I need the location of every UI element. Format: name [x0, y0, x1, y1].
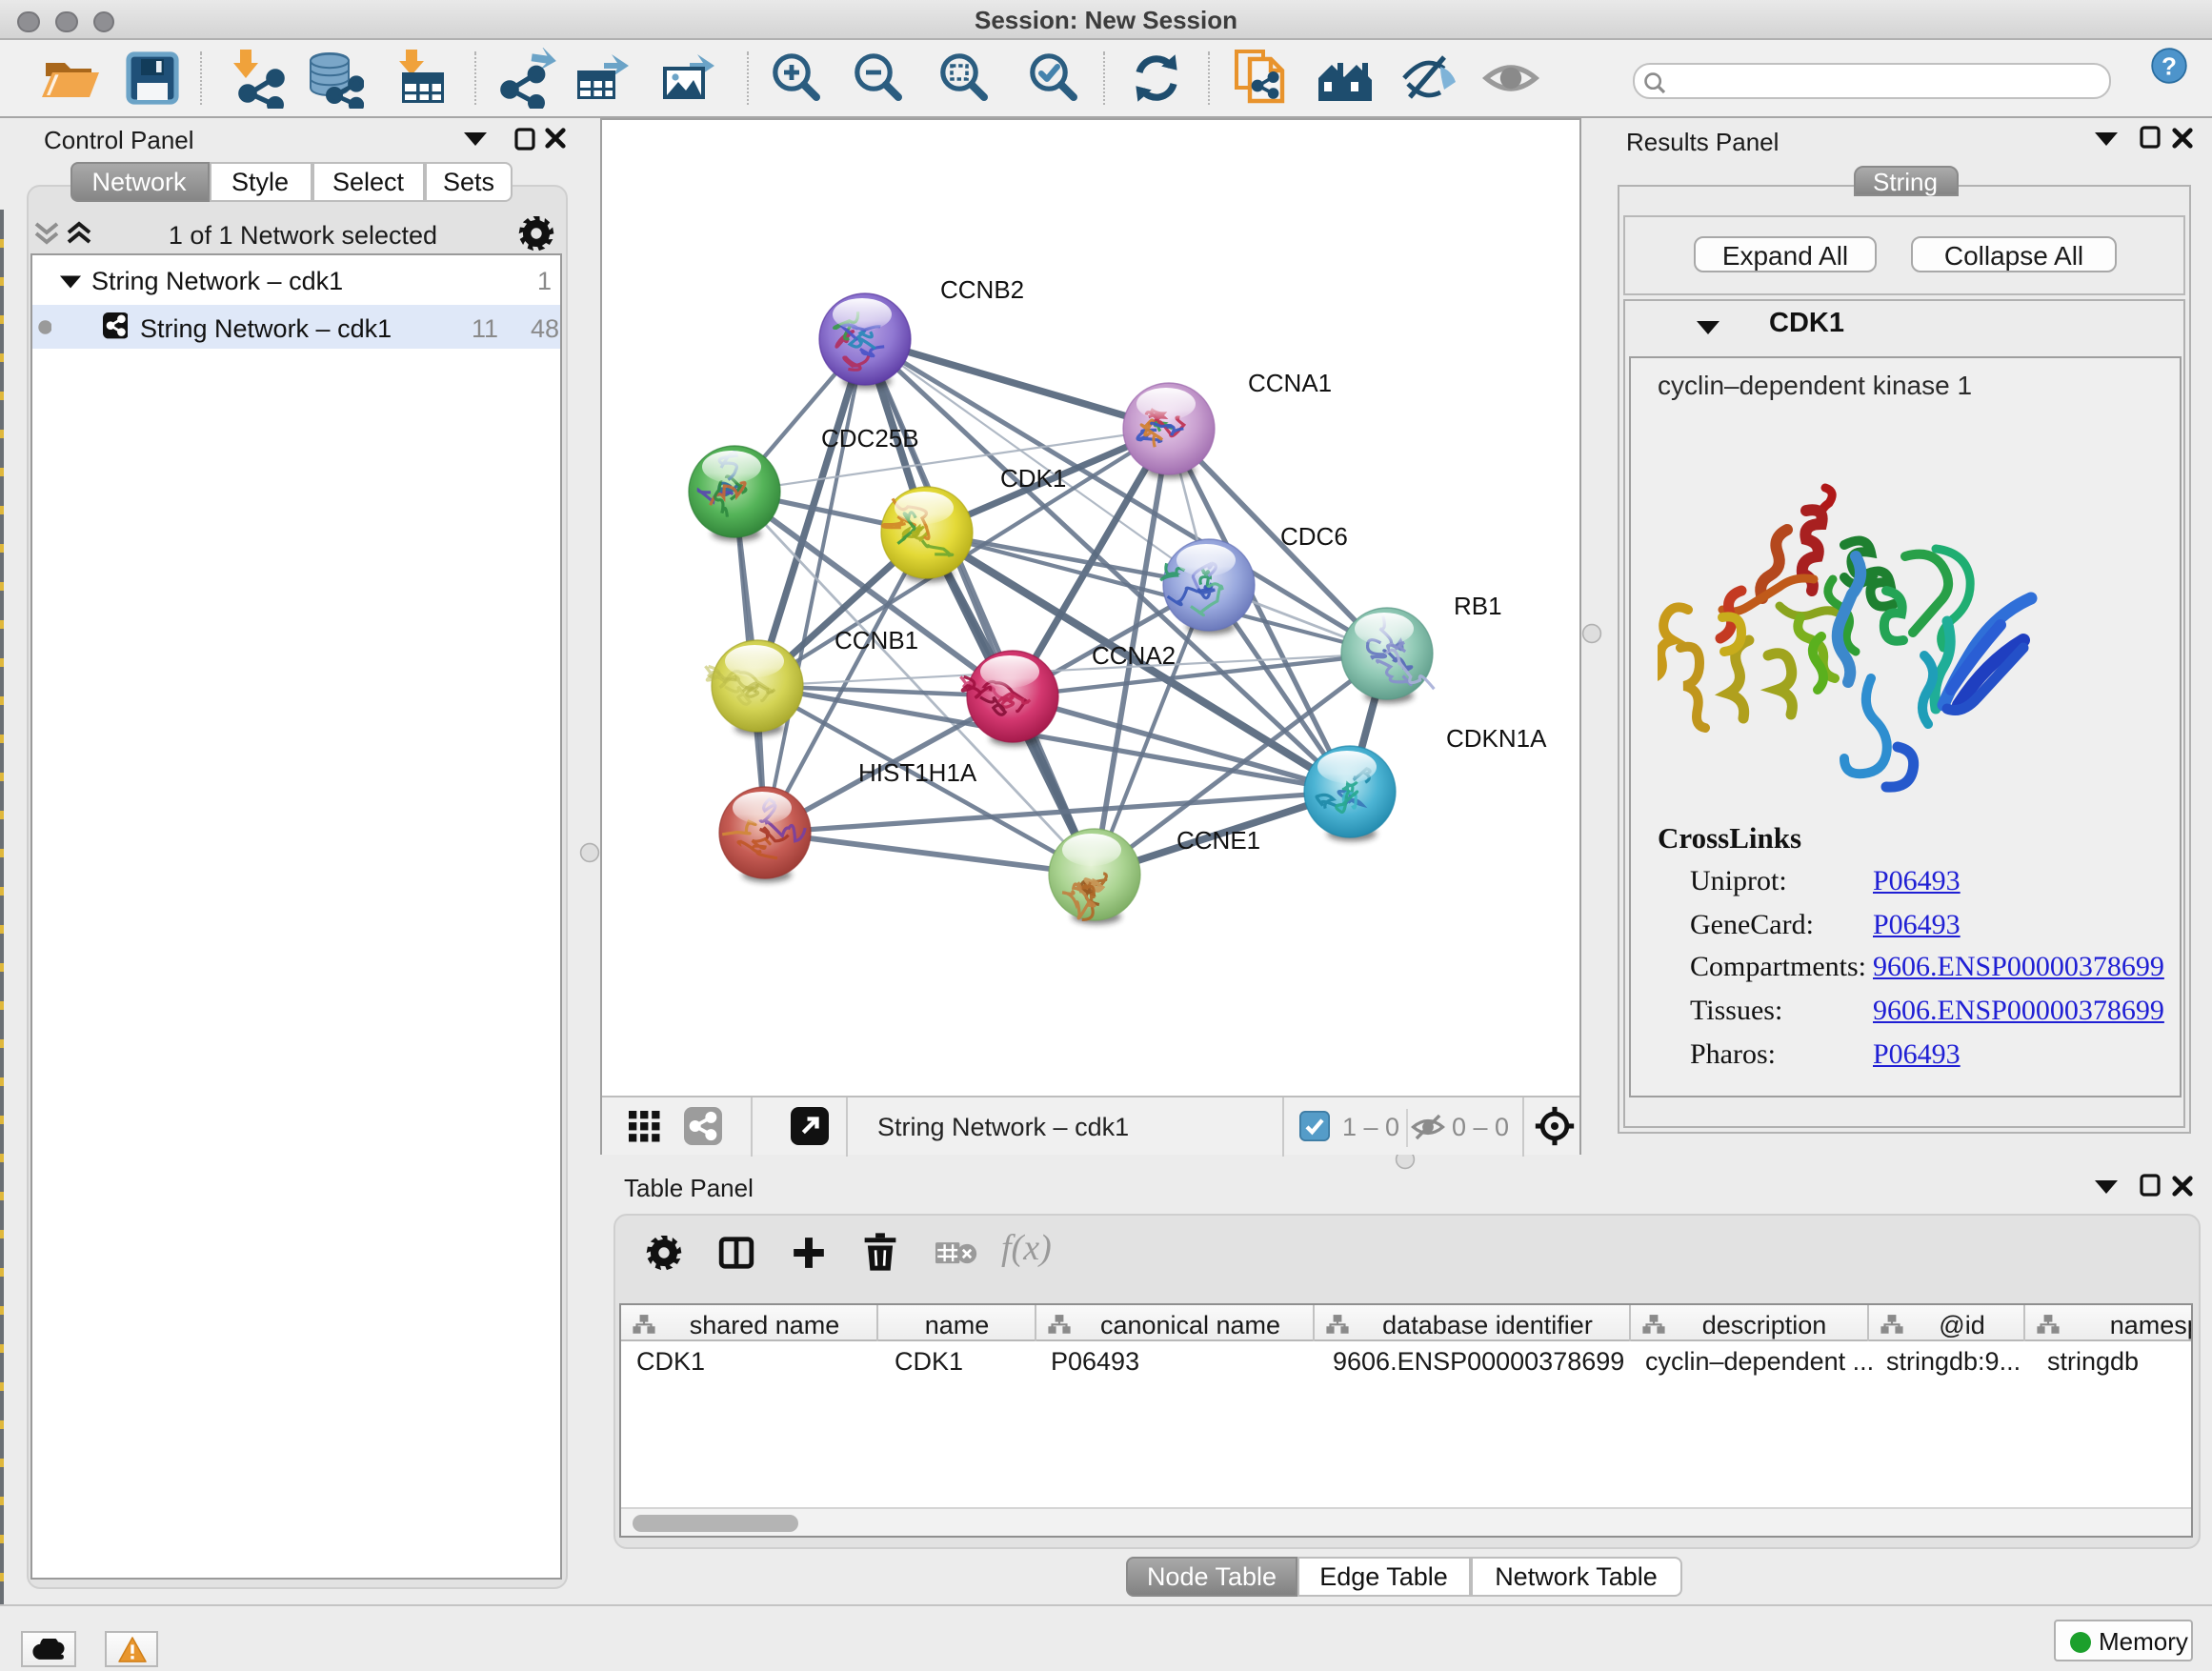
svg-text:CCNA1: CCNA1 [1247, 369, 1331, 397]
svg-text:CCNA2: CCNA2 [1091, 641, 1175, 670]
svg-text:CCNB2: CCNB2 [939, 275, 1023, 304]
svg-text:CCNE1: CCNE1 [1176, 826, 1259, 855]
svg-text:HIST1H1A: HIST1H1A [857, 758, 976, 787]
svg-text:CDC25B: CDC25B [820, 424, 918, 453]
svg-text:CCNB1: CCNB1 [834, 626, 917, 654]
svg-text:RB1: RB1 [1453, 592, 1501, 620]
svg-text:CDC6: CDC6 [1279, 522, 1347, 551]
svg-text:?: ? [2162, 51, 2177, 80]
svg-text:CDKN1A: CDKN1A [1445, 724, 1546, 753]
svg-text:CDK1: CDK1 [999, 464, 1065, 493]
